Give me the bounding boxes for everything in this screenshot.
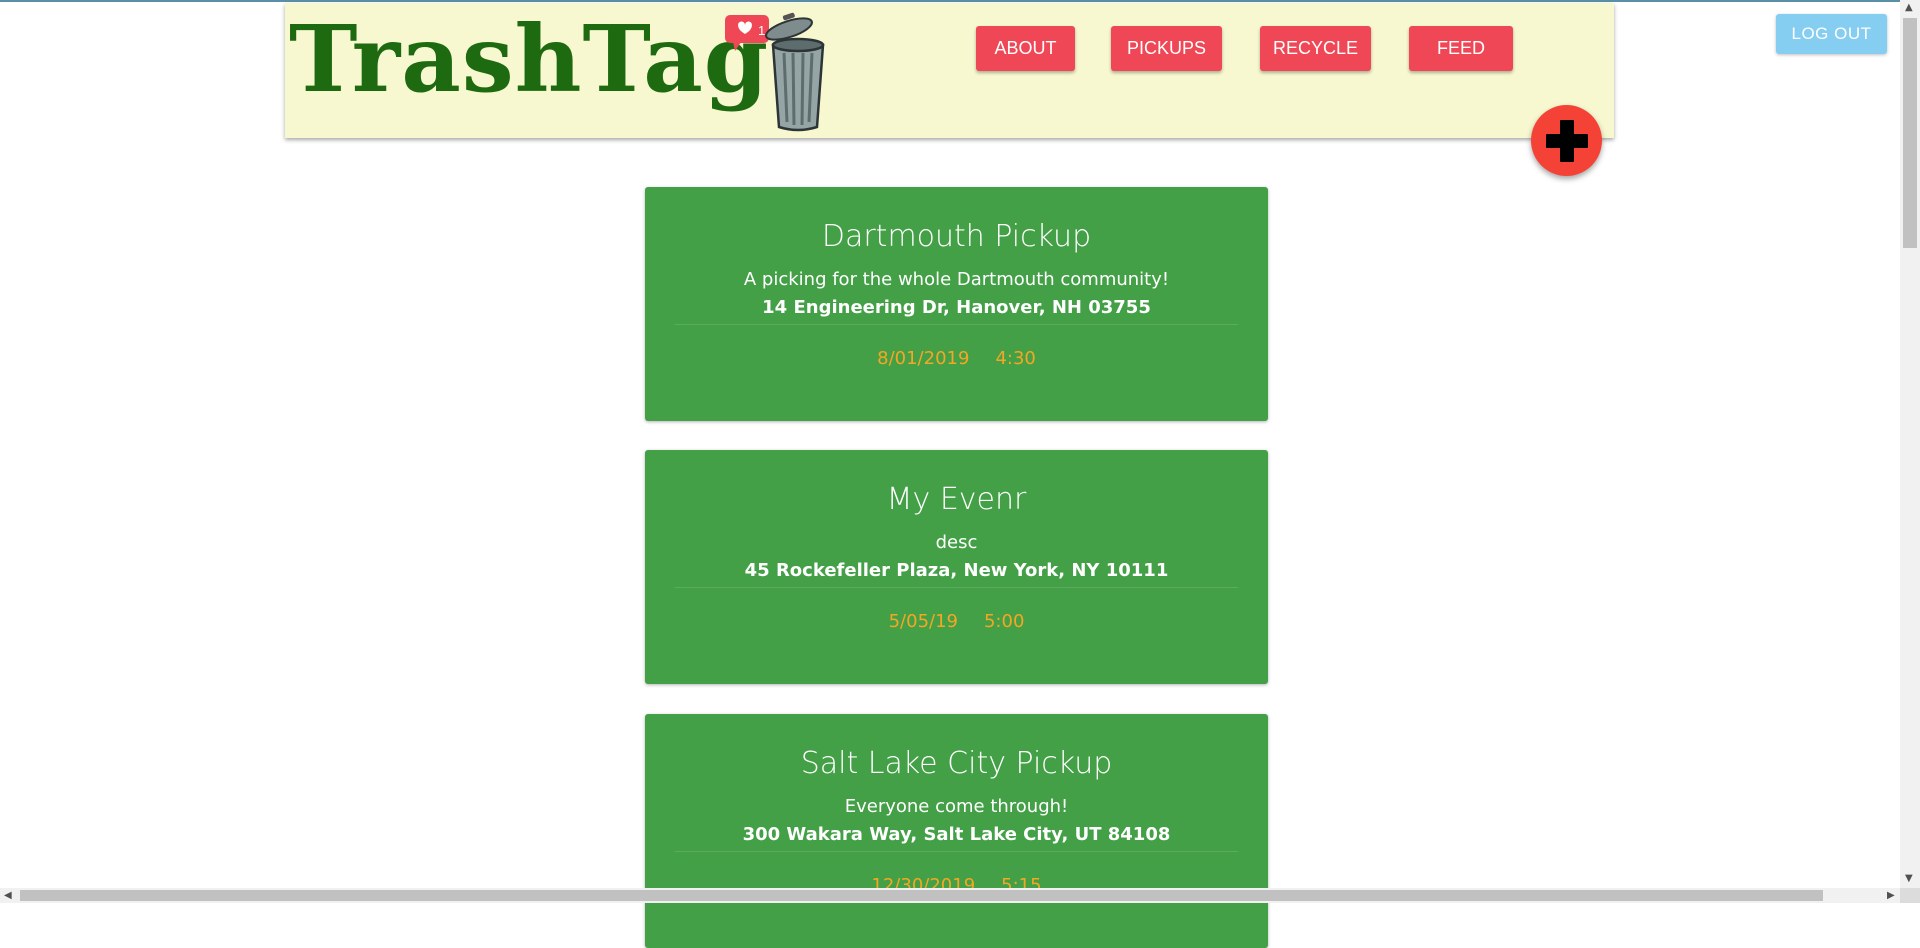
event-time: 4:30 bbox=[995, 348, 1036, 369]
notification-badge: 1 bbox=[725, 15, 769, 51]
nav-feed-button[interactable]: FEED bbox=[1409, 26, 1513, 71]
event-address: 14 Engineering Dr, Hanover, NH 03755 bbox=[762, 297, 1151, 318]
vertical-scroll-thumb[interactable] bbox=[1903, 18, 1917, 248]
add-event-button[interactable] bbox=[1531, 105, 1602, 176]
event-description: Everyone come through! bbox=[844, 796, 1069, 817]
event-time: 5:00 bbox=[983, 611, 1025, 632]
event-card[interactable]: My Evenr desc 45 Rockefeller Plaza, New … bbox=[645, 450, 1268, 684]
event-date: 8/01/2019 bbox=[877, 348, 970, 369]
event-title: Dartmouth Pickup bbox=[821, 219, 1092, 254]
nav-pickups-button[interactable]: PICKUPS bbox=[1111, 26, 1222, 71]
card-divider bbox=[675, 851, 1238, 852]
event-description: desc bbox=[935, 532, 978, 553]
scroll-left-icon[interactable]: ◀ bbox=[4, 891, 12, 901]
plus-icon bbox=[1545, 119, 1588, 162]
nav-recycle-button[interactable]: RECYCLE bbox=[1260, 26, 1371, 71]
card-divider bbox=[675, 324, 1238, 325]
nav-about-button[interactable]: ABOUT bbox=[976, 26, 1075, 71]
browser-top-edge bbox=[0, 0, 1900, 2]
event-description: A picking for the whole Dartmouth commun… bbox=[743, 269, 1170, 290]
card-divider bbox=[675, 587, 1238, 588]
logout-button[interactable]: LOG OUT bbox=[1776, 14, 1887, 54]
scrollbar-corner bbox=[1900, 888, 1920, 903]
scroll-down-icon[interactable]: ▼ bbox=[1905, 874, 1913, 884]
event-address: 300 Wakara Way, Salt Lake City, UT 84108 bbox=[742, 824, 1171, 845]
scroll-right-icon[interactable]: ▶ bbox=[1887, 891, 1895, 901]
event-card[interactable]: Dartmouth Pickup A picking for the whole… bbox=[645, 187, 1268, 421]
trash-can-icon: 1 bbox=[725, 12, 825, 132]
event-card[interactable]: Salt Lake City Pickup Everyone come thro… bbox=[645, 714, 1268, 948]
event-address: 45 Rockefeller Plaza, New York, NY 10111 bbox=[744, 560, 1169, 581]
notification-count: 1 bbox=[758, 23, 765, 38]
event-date: 5/05/19 bbox=[888, 611, 958, 632]
scroll-up-icon[interactable]: ▲ bbox=[1905, 3, 1913, 13]
logo-text[interactable]: TrashTag bbox=[289, 13, 769, 105]
event-title: Salt Lake City Pickup bbox=[800, 746, 1113, 781]
event-meta: 5/05/19 5:00 bbox=[645, 611, 1268, 632]
event-title: My Evenr bbox=[886, 482, 1027, 517]
site-header: TrashTag 1 ABOUT PICKUPS RECYCLE FEED bbox=[285, 3, 1614, 138]
event-meta: 8/01/2019 4:30 bbox=[645, 348, 1268, 369]
horizontal-scroll-thumb[interactable] bbox=[20, 890, 1823, 901]
